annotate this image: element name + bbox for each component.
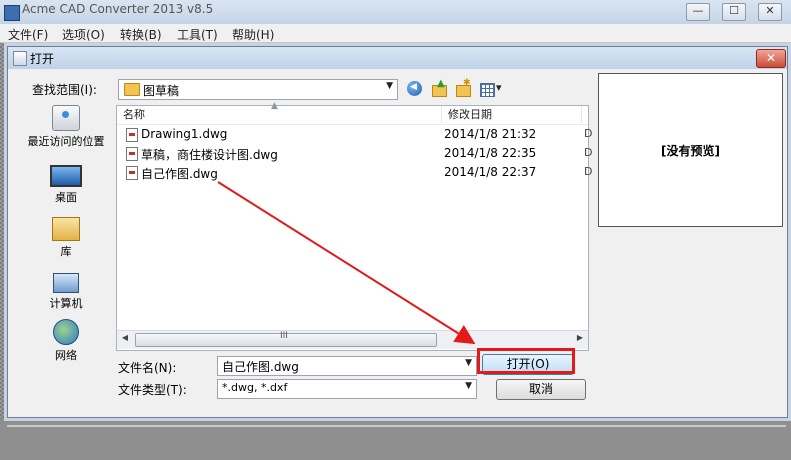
network-icon	[53, 319, 79, 345]
filename-input[interactable]: 自己作图.dwg ▼	[217, 356, 477, 376]
sort-up-icon: ▲	[271, 101, 278, 111]
place-recent[interactable]: 最近访问的位置	[20, 105, 112, 149]
place-network[interactable]: 网络	[20, 319, 112, 363]
horizontal-scrollbar[interactable]: ◀ III ▶	[117, 330, 588, 349]
file-type: D	[584, 127, 593, 140]
desktop-icon	[50, 165, 82, 187]
app-titlebar: Acme CAD Converter 2013 v8.5 — ☐ ✕	[0, 0, 791, 24]
divider	[7, 425, 786, 427]
scrollbar-grip: III	[280, 331, 288, 341]
menu-tools[interactable]: 工具(T)	[177, 26, 218, 43]
file-date: 2014/1/8 22:37	[444, 165, 537, 179]
look-in-label: 查找范围(I):	[32, 83, 97, 97]
new-folder-icon[interactable]	[454, 78, 472, 98]
file-row[interactable]: 草稿，商住楼设计图.dwg 2014/1/8 22:35 D	[117, 145, 592, 163]
file-name: 自己作图.dwg	[141, 167, 218, 181]
dialog-close-button[interactable]: ✕	[756, 49, 786, 68]
column-name-label: 名称	[123, 108, 145, 121]
dialog-titlebar: 打开 ✕	[8, 47, 787, 69]
file-name: 草稿，商住楼设计图.dwg	[141, 148, 278, 162]
place-library[interactable]: 库	[20, 213, 112, 259]
open-dialog: 打开 ✕ 查找范围(I): 图草稿 ▼ 最近访问的位置 桌面 库	[7, 46, 788, 418]
dialog-body: 查找范围(I): 图草稿 ▼ 最近访问的位置 桌面 库	[8, 69, 787, 417]
menu-options[interactable]: 选项(O)	[62, 26, 105, 43]
place-label: 网络	[55, 349, 77, 362]
scroll-right-icon[interactable]: ▶	[574, 333, 586, 345]
header-divider	[117, 124, 588, 125]
look-in-value: 图草稿	[143, 84, 180, 98]
filetype-dropdown[interactable]: *.dwg, *.dxf ▼	[217, 379, 477, 399]
file-type: D	[584, 146, 593, 159]
computer-icon	[53, 273, 79, 293]
file-date: 2014/1/8 21:32	[444, 127, 537, 141]
close-button[interactable]: ✕	[758, 3, 782, 21]
place-label: 桌面	[55, 191, 77, 204]
place-label: 库	[60, 245, 72, 258]
file-name: Drawing1.dwg	[141, 127, 228, 141]
chevron-down-icon[interactable]: ▼	[386, 81, 393, 91]
look-in-dropdown[interactable]: 图草稿 ▼	[118, 79, 398, 100]
column-header-date[interactable]: 修改日期	[442, 106, 582, 123]
column-header-name[interactable]: ▲ 名称	[117, 101, 442, 123]
place-computer[interactable]: 计算机	[20, 267, 112, 311]
place-desktop[interactable]: 桌面	[20, 159, 112, 205]
recent-places-icon	[52, 105, 80, 131]
column-header-type[interactable]	[583, 106, 588, 123]
dwg-file-icon	[126, 166, 138, 180]
maximize-button[interactable]: ☐	[722, 3, 746, 21]
menu-bar: 文件(F) 选项(O) 转换(B) 工具(T) 帮助(H)	[0, 24, 791, 43]
place-label: 最近访问的位置	[27, 135, 105, 148]
app-title: Acme CAD Converter 2013 v8.5	[22, 2, 214, 16]
file-type: D	[584, 165, 593, 178]
scrollbar-thumb[interactable]: III	[135, 331, 437, 347]
app-icon	[4, 5, 20, 21]
scroll-left-icon[interactable]: ◀	[119, 333, 131, 345]
preview-pane: [没有预览]	[598, 73, 783, 227]
chevron-down-icon[interactable]: ▼	[465, 381, 472, 391]
back-icon[interactable]	[406, 80, 424, 98]
place-label: 计算机	[49, 297, 83, 310]
views-menu-icon[interactable]	[478, 80, 508, 98]
filename-value: 自己作图.dwg	[222, 360, 299, 374]
filename-label: 文件名(N):	[118, 361, 177, 375]
places-bar: 最近访问的位置 桌面 库 计算机 网络	[20, 105, 112, 365]
dwg-file-icon	[126, 147, 138, 161]
menu-convert[interactable]: 转换(B)	[120, 26, 162, 43]
filetype-value: *.dwg, *.dxf	[222, 381, 288, 394]
file-date: 2014/1/8 22:35	[444, 146, 537, 160]
app-bottom-area	[0, 419, 791, 460]
minimize-button[interactable]: —	[686, 3, 710, 21]
file-row[interactable]: 自己作图.dwg 2014/1/8 22:37 D	[117, 164, 592, 182]
file-row[interactable]: Drawing1.dwg 2014/1/8 21:32 D	[117, 126, 592, 144]
dialog-title: 打开	[30, 52, 55, 66]
dialog-icon	[13, 51, 27, 66]
menu-help[interactable]: 帮助(H)	[232, 26, 274, 43]
file-list: ▲ 名称 修改日期 Drawing1.dwg 2014/1/8 21:32 D …	[116, 101, 592, 351]
cancel-button[interactable]: 取消	[496, 379, 586, 400]
chevron-down-icon[interactable]: ▼	[465, 358, 472, 368]
library-icon	[52, 217, 80, 241]
filetype-label: 文件类型(T):	[118, 383, 187, 397]
folder-icon	[124, 83, 140, 96]
menu-file[interactable]: 文件(F)	[8, 26, 48, 43]
preview-text: [没有预览]	[661, 144, 720, 158]
dwg-file-icon	[126, 128, 138, 142]
up-folder-icon[interactable]	[430, 78, 448, 98]
highlight-box	[477, 348, 575, 374]
